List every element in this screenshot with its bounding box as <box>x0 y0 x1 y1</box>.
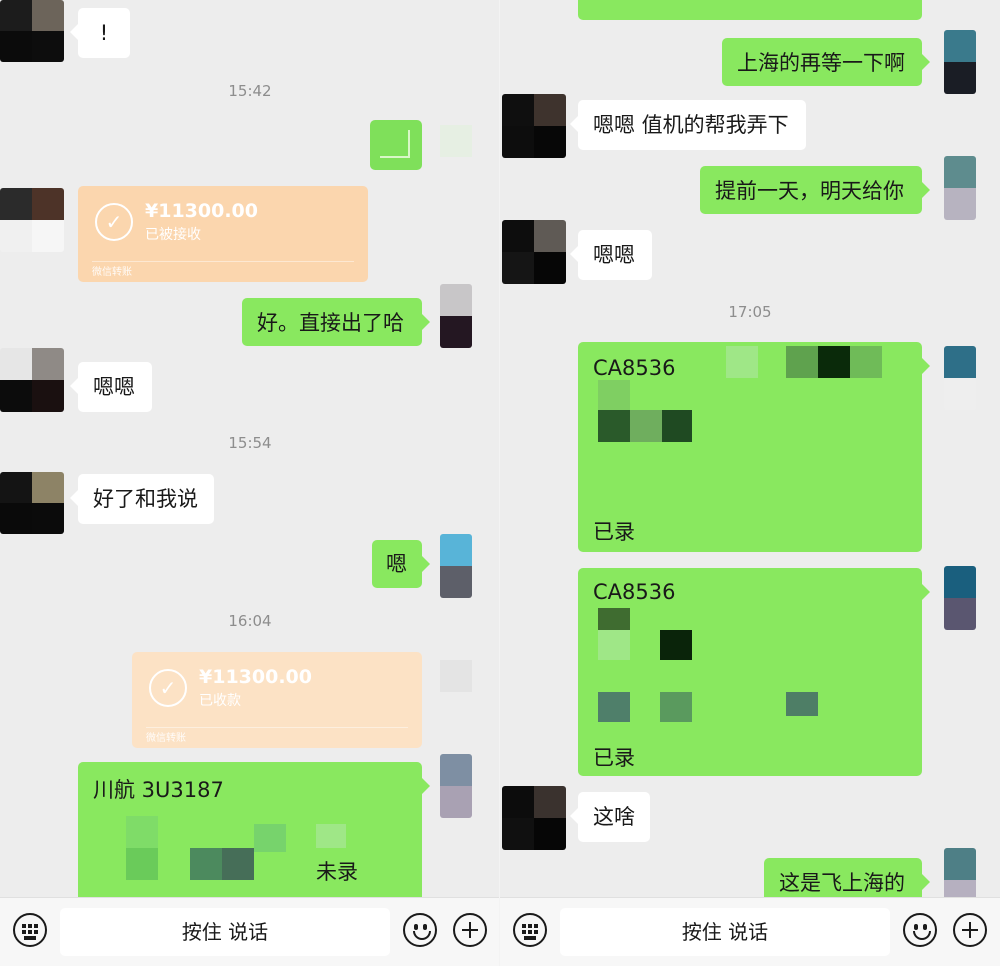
flight-note: 已录 <box>593 746 635 770</box>
message-text: 嗯 <box>386 552 407 576</box>
transfer-status: 已收款 <box>199 693 241 709</box>
blurred-block <box>126 848 158 880</box>
message-text: 好了和我说 <box>93 487 198 511</box>
message-sent-partial[interactable] <box>578 0 922 20</box>
blurred-block <box>598 410 630 442</box>
blurred-block <box>598 608 630 630</box>
input-bar: 按住 说话 <box>0 897 500 966</box>
keyboard-icon[interactable] <box>513 913 547 947</box>
timestamp: 16:04 <box>228 612 272 630</box>
blurred-block <box>316 824 346 848</box>
self-avatar[interactable] <box>440 125 472 157</box>
message-received[interactable]: 嗯嗯 值机的帮我弄下 <box>570 100 806 150</box>
message-received[interactable]: 嗯嗯 <box>70 362 152 412</box>
self-avatar[interactable] <box>440 534 472 598</box>
contact-avatar[interactable] <box>0 188 64 252</box>
message-sent[interactable]: 嗯 <box>372 540 430 588</box>
blurred-block <box>818 346 850 378</box>
flight-info-message[interactable]: CA8536 已录 <box>578 342 930 552</box>
message-text: 这啥 <box>593 805 635 829</box>
hold-to-talk-button[interactable]: 按住 说话 <box>60 908 390 956</box>
keyboard-icon[interactable] <box>13 913 47 947</box>
blurred-block <box>598 630 630 660</box>
transfer-footer: 微信转账 <box>92 267 132 278</box>
blurred-block <box>126 816 158 848</box>
message-sent[interactable]: 提前一天，明天给你 <box>700 166 930 214</box>
blurred-block <box>726 346 758 378</box>
divider <box>146 727 408 728</box>
chat-panel-right: 上海的再等一下啊 嗯嗯 值机的帮我弄下 提前一天，明天给你 嗯嗯 17:05 C… <box>500 0 1000 966</box>
plus-icon[interactable] <box>953 913 987 947</box>
transfer-amount: ¥11300.00 <box>145 200 258 222</box>
input-bar: 按住 说话 <box>500 897 1000 966</box>
self-avatar[interactable] <box>944 30 976 94</box>
emoji-icon[interactable] <box>403 913 437 947</box>
blurred-block <box>598 692 630 722</box>
sent-image-message[interactable] <box>370 120 422 170</box>
message-text: 这是飞上海的 <box>779 871 905 895</box>
divider <box>92 261 354 262</box>
message-text: 嗯嗯 <box>93 375 135 399</box>
contact-avatar[interactable] <box>502 94 566 158</box>
message-text: 上海的再等一下啊 <box>737 51 905 75</box>
message-text: ! <box>99 21 109 45</box>
transfer-amount: ¥11300.00 <box>199 666 312 688</box>
check-circle-icon: ✓ <box>95 203 133 241</box>
contact-avatar[interactable] <box>502 220 566 284</box>
transfer-status: 已被接收 <box>145 227 201 243</box>
contact-avatar[interactable] <box>0 348 64 412</box>
message-received[interactable]: 好了和我说 <box>70 474 214 524</box>
contact-avatar[interactable] <box>0 472 64 534</box>
blurred-block <box>254 824 286 852</box>
self-avatar[interactable] <box>440 660 472 692</box>
blurred-block <box>660 630 692 660</box>
transfer-card[interactable]: ✓ ¥11300.00 已收款 微信转账 <box>132 652 422 748</box>
timestamp: 17:05 <box>728 303 772 321</box>
hold-to-talk-button[interactable]: 按住 说话 <box>560 908 890 956</box>
timestamp: 15:42 <box>228 82 272 100</box>
transfer-card[interactable]: ✓ ¥11300.00 已被接收 微信转账 <box>78 186 368 282</box>
contact-avatar[interactable] <box>0 0 64 62</box>
self-avatar[interactable] <box>944 346 976 410</box>
flight-title: 川航 3U3187 <box>93 778 224 802</box>
flight-info-message[interactable]: 川航 3U3187 未录 <box>78 762 430 912</box>
self-avatar[interactable] <box>440 754 472 818</box>
emoji-icon[interactable] <box>903 913 937 947</box>
blurred-block <box>850 346 882 378</box>
check-circle-icon: ✓ <box>149 669 187 707</box>
message-text: 提前一天，明天给你 <box>715 179 904 203</box>
self-avatar[interactable] <box>440 284 472 348</box>
contact-avatar[interactable] <box>502 786 566 850</box>
blurred-block <box>598 380 630 410</box>
flight-note: 未录 <box>316 860 358 884</box>
flight-title: CA8536 <box>593 580 676 604</box>
message-received[interactable]: ! <box>70 8 130 58</box>
flight-title: CA8536 <box>593 356 676 380</box>
message-received[interactable]: 这啥 <box>570 792 650 842</box>
plus-icon[interactable] <box>453 913 487 947</box>
blurred-block <box>660 692 692 722</box>
message-received[interactable]: 嗯嗯 <box>570 230 652 280</box>
message-text: 好。直接出了哈 <box>257 311 404 335</box>
timestamp: 15:54 <box>228 434 272 452</box>
message-sent[interactable]: 好。直接出了哈 <box>242 298 430 346</box>
message-text: 嗯嗯 值机的帮我弄下 <box>593 113 789 137</box>
self-avatar[interactable] <box>944 156 976 220</box>
message-sent[interactable]: 上海的再等一下啊 <box>722 38 930 86</box>
blurred-block <box>190 848 222 880</box>
flight-info-message[interactable]: CA8536 已录 <box>578 568 930 776</box>
transfer-footer: 微信转账 <box>146 733 186 744</box>
chat-panel-left: ! 15:42 ✓ ¥11300.00 已被接收 微信转账 好。直接出了哈 嗯嗯… <box>0 0 500 966</box>
self-avatar[interactable] <box>944 566 976 630</box>
blurred-block <box>630 410 662 442</box>
blurred-block <box>222 848 254 880</box>
message-text: 嗯嗯 <box>593 243 635 267</box>
blurred-block <box>786 692 818 716</box>
blurred-block <box>786 346 818 378</box>
blurred-block <box>662 410 692 442</box>
flight-note: 已录 <box>593 520 635 544</box>
